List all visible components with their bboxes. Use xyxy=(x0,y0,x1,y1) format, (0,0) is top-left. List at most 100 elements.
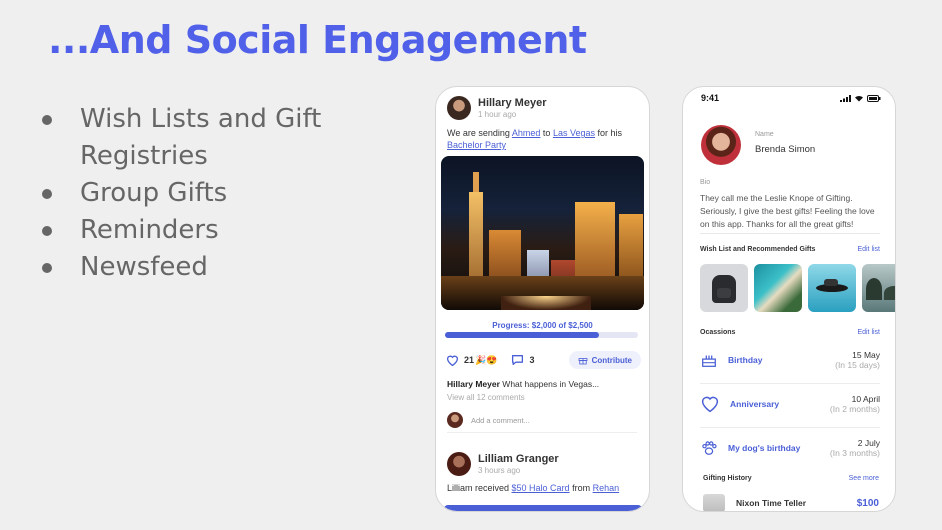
paw-icon xyxy=(702,441,717,455)
divider xyxy=(700,233,880,234)
wishlist-heading: Wish List and Recommended Gifts xyxy=(700,246,816,253)
post-actions: 21 🎉😍 3 Contribute xyxy=(446,350,641,370)
occasion-date: 2 July xyxy=(857,438,880,448)
post-text: We are sending Ahmed to Las Vegas for hi… xyxy=(447,127,642,151)
feature-item: Wish Lists and Gift Registries xyxy=(40,101,380,175)
cake-icon xyxy=(702,355,716,367)
post-text-part: to xyxy=(540,128,553,138)
profile-name: Brenda Simon xyxy=(755,144,816,155)
add-comment-field[interactable]: Add a comment... xyxy=(447,412,637,433)
post-text: Lilliam received $50 Halo Card from Reha… xyxy=(447,483,619,493)
avatar[interactable] xyxy=(447,452,471,476)
occasion-row[interactable]: Birthday 15 May (In 15 days) xyxy=(700,344,880,376)
contribute-label: Contribute xyxy=(591,355,632,365)
occasion-label: Birthday xyxy=(728,355,763,365)
comment-button[interactable]: 3 xyxy=(511,354,534,366)
name-label: Name xyxy=(755,131,774,138)
post-header: Hillary Meyer 1 hour ago xyxy=(447,96,546,120)
bullet-icon xyxy=(42,226,52,236)
place-link[interactable]: Las Vegas xyxy=(553,128,595,138)
avatar[interactable] xyxy=(447,96,471,120)
occasion-row[interactable]: My dog's birthday 2 July (In 3 months) xyxy=(700,432,880,464)
reaction-emoji-icon: 🎉😍 xyxy=(475,354,498,365)
occasions-header: Ocassions Edit list xyxy=(700,329,880,336)
contribute-button[interactable]: Contribute xyxy=(568,351,641,369)
gift-thumbnail xyxy=(703,494,725,511)
occasions-heading: Ocassions xyxy=(700,329,736,336)
progress-label: Progress: $2,000 of $2,500 xyxy=(492,321,593,330)
post-time: 1 hour ago xyxy=(478,110,517,119)
divider xyxy=(700,427,880,428)
see-more-link[interactable]: See more xyxy=(849,475,879,482)
feature-item: Newsfeed xyxy=(40,249,380,286)
wishlist-thumbnails xyxy=(700,264,895,312)
feature-label: Wish Lists and Gift Registries xyxy=(80,104,322,171)
bullet-icon xyxy=(42,115,52,125)
post-photo[interactable] xyxy=(441,156,644,310)
event-link[interactable]: Bachelor Party xyxy=(447,140,506,150)
speech-bubble-icon xyxy=(512,355,524,365)
feature-label: Newsfeed xyxy=(80,252,208,282)
comment-author[interactable]: Hillary Meyer xyxy=(447,379,500,389)
post-time: 3 hours ago xyxy=(478,466,521,475)
progress-bar xyxy=(445,332,638,338)
divider xyxy=(700,383,880,384)
wishlist-edit-link[interactable]: Edit list xyxy=(857,246,880,253)
post-text-part: for his xyxy=(594,128,622,138)
view-all-comments-link[interactable]: View all 12 comments xyxy=(447,393,525,402)
feature-item: Group Gifts xyxy=(40,175,380,212)
occasion-label: My dog's birthday xyxy=(728,443,801,453)
feature-label: Group Gifts xyxy=(80,178,228,208)
occasion-countdown: (In 15 days) xyxy=(835,360,880,370)
occasion-row[interactable]: Anniversary 10 April (In 2 months) xyxy=(700,388,880,420)
heart-icon xyxy=(701,396,719,413)
profile-avatar[interactable] xyxy=(701,125,741,165)
occasion-countdown: (In 2 months) xyxy=(829,404,880,414)
comment-count: 3 xyxy=(529,355,535,365)
user-link[interactable]: Ahmed xyxy=(512,128,541,138)
gift-icon xyxy=(578,358,587,365)
wishlist-item-boat[interactable] xyxy=(808,264,856,312)
add-comment-placeholder: Add a comment... xyxy=(471,415,530,425)
like-count: 21 xyxy=(464,355,475,365)
history-heading: Gifting History xyxy=(703,475,752,482)
feature-list: Wish Lists and Gift Registries Group Gif… xyxy=(40,101,380,286)
top-comment: Hillary Meyer What happens in Vegas... xyxy=(447,379,599,389)
occasion-label: Anniversary xyxy=(730,399,780,409)
gift-card-link[interactable]: $50 Halo Card xyxy=(512,483,570,493)
post-author[interactable]: Hillary Meyer xyxy=(478,97,546,109)
signal-icon xyxy=(840,94,851,102)
like-button[interactable]: 21 🎉😍 xyxy=(446,354,497,366)
slide-title: ...And Social Engagement xyxy=(48,18,587,62)
history-item[interactable]: Nixon Time Teller $100 xyxy=(703,494,879,511)
gift-name: Nixon Time Teller xyxy=(736,498,807,508)
bullet-icon xyxy=(42,263,52,273)
progress-fill xyxy=(445,332,600,338)
status-time: 9:41 xyxy=(701,93,720,103)
post-author[interactable]: Lilliam Granger xyxy=(478,453,559,465)
heart-icon xyxy=(446,355,459,366)
bio-label: Bio xyxy=(700,179,711,186)
newsfeed-phone: Hillary Meyer 1 hour ago We are sending … xyxy=(435,86,650,512)
wishlist-item-bay[interactable] xyxy=(862,264,895,312)
bio-text: They call me the Leslie Knope of Gifting… xyxy=(700,193,875,229)
gift-price: $100 xyxy=(856,497,879,509)
profile-phone: 9:41 Name Brenda Simon Bio They call me … xyxy=(682,86,896,512)
comment-text: What happens in Vegas... xyxy=(502,379,600,389)
post-text-part: from xyxy=(569,483,593,493)
history-header: Gifting History See more xyxy=(703,475,879,482)
feature-item: Reminders xyxy=(40,212,380,249)
user-link[interactable]: Rehan xyxy=(593,483,620,493)
occasion-date: 10 April xyxy=(851,394,880,404)
post-text-part: We are sending xyxy=(447,128,512,138)
battery-icon xyxy=(867,94,881,102)
wishlist-item-backpack[interactable] xyxy=(700,264,748,312)
feature-label: Reminders xyxy=(80,215,219,245)
occasions-edit-link[interactable]: Edit list xyxy=(857,329,880,336)
post-header: Lilliam Granger 3 hours ago xyxy=(447,452,559,476)
occasion-date: 15 May xyxy=(852,350,880,360)
status-bar: 9:41 xyxy=(701,93,881,103)
avatar xyxy=(447,412,463,428)
wishlist-item-beach[interactable] xyxy=(754,264,802,312)
post-text-part: Lilliam received xyxy=(447,483,512,493)
